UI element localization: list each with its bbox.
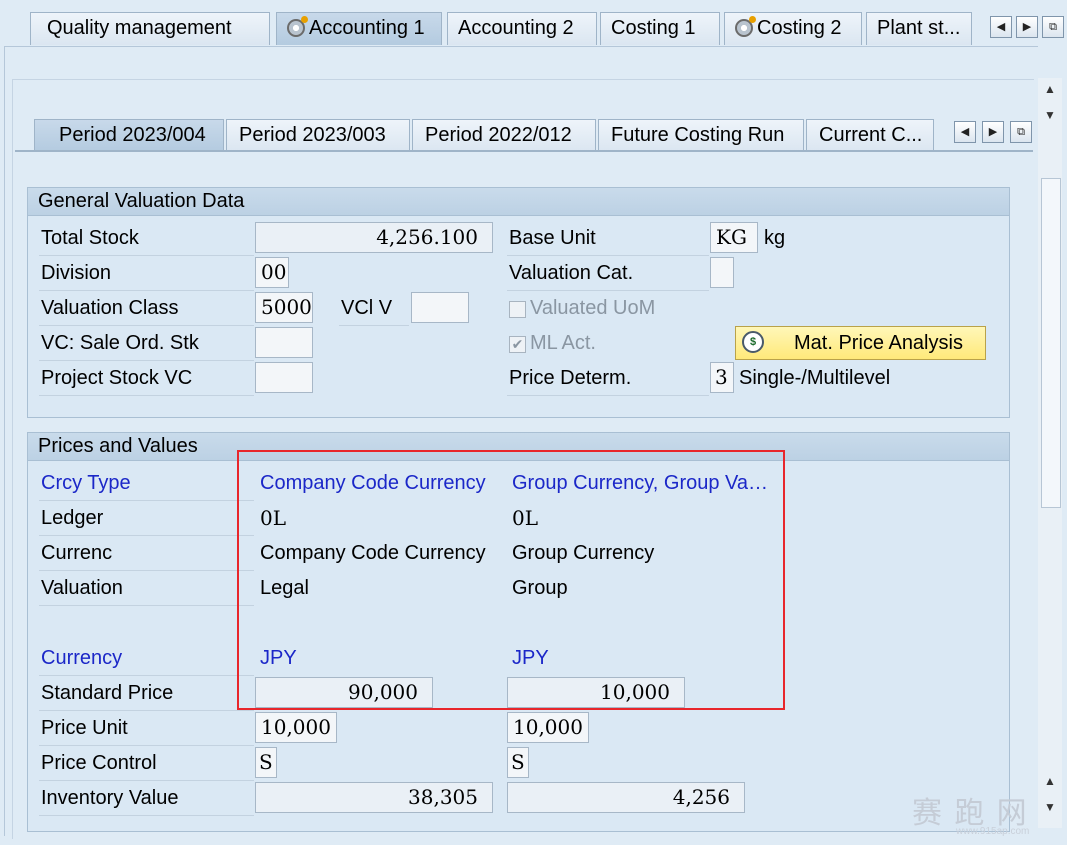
valuated-uom-label: Valuated UoM xyxy=(530,297,656,319)
tab-label: Plant st... xyxy=(877,17,961,39)
price-determination-text: Single-/Multilevel xyxy=(739,367,891,389)
price-determination-field[interactable]: 3 xyxy=(710,362,734,393)
col2-price-unit-field[interactable]: 10,000 xyxy=(507,712,589,743)
tab-period-2023-004[interactable]: Period 2023/004 xyxy=(34,119,224,151)
tab-label: Costing 1 xyxy=(611,17,696,39)
highlight-annotation-box xyxy=(237,450,785,710)
currenc-label: Currenc xyxy=(39,537,254,571)
base-unit-label: Base Unit xyxy=(507,222,709,256)
tab-costing-2[interactable]: Costing 2 xyxy=(724,12,862,45)
price-unit-label: Price Unit xyxy=(39,712,254,746)
col2-price-control-field[interactable]: S xyxy=(507,747,529,778)
tab-label: Period 2022/012 xyxy=(425,124,572,146)
price-determination-label: Price Determ. xyxy=(507,362,709,396)
valuation-class-label: Valuation Class xyxy=(39,292,254,326)
col1-price-unit-field[interactable]: 10,000 xyxy=(255,712,337,743)
ml-act-label: ML Act. xyxy=(530,332,596,354)
division-field[interactable]: 00 xyxy=(255,257,289,288)
tab-accounting-1[interactable]: Accounting 1 xyxy=(276,12,442,45)
tab-current-costing[interactable]: Current C... xyxy=(806,119,934,151)
tab-accounting-2[interactable]: Accounting 2 xyxy=(447,12,597,45)
tab-label: Period 2023/003 xyxy=(239,124,386,146)
tab-costing-1[interactable]: Costing 1 xyxy=(600,12,720,45)
scroll-subtabs-left-icon[interactable]: ◀ xyxy=(954,121,976,143)
watermark-logo: 赛 跑 网 www.915ap.com xyxy=(912,788,1062,838)
top-tab-strip: Quality management Accounting 1 Accounti… xyxy=(0,0,1067,46)
scroll-up-page-icon[interactable]: ▼ xyxy=(1041,106,1059,124)
valuation-category-label: Valuation Cat. xyxy=(507,257,709,291)
division-label: Division xyxy=(39,257,254,291)
tab-label: Accounting 1 xyxy=(309,17,425,39)
gear-status-icon xyxy=(287,16,308,37)
standard-price-label: Standard Price xyxy=(39,677,254,711)
base-unit-field[interactable]: KG xyxy=(710,222,758,253)
subtab-list-icon[interactable]: ⧉ xyxy=(1010,121,1032,143)
scroll-thumb[interactable] xyxy=(1041,178,1061,508)
project-stock-vc-label: Project Stock VC xyxy=(39,362,254,396)
tab-label: Future Costing Run xyxy=(611,124,785,146)
col1-price-control-field[interactable]: S xyxy=(255,747,277,778)
total-stock-field[interactable]: 4,256.100 xyxy=(255,222,493,253)
price-control-label: Price Control xyxy=(39,747,254,781)
base-unit-text: kg xyxy=(764,227,786,249)
tab-label: Quality management xyxy=(47,17,232,39)
tab-future-costing-run[interactable]: Future Costing Run xyxy=(598,119,804,151)
vcl-v-label: VCl V xyxy=(339,292,409,326)
valuated-uom-checkbox[interactable] xyxy=(509,301,526,318)
scroll-up-icon[interactable]: ▲ xyxy=(1041,80,1059,98)
total-stock-label: Total Stock xyxy=(39,222,254,256)
price-analysis-icon: $ xyxy=(742,331,764,353)
tab-plant-stock[interactable]: Plant st... xyxy=(866,12,972,45)
col1-inventory-value-field[interactable]: 38,305 xyxy=(255,782,493,813)
valuation-class-field[interactable]: 5000 xyxy=(255,292,313,323)
scroll-subtabs-right-icon[interactable]: ▶ xyxy=(982,121,1004,143)
scroll-tabs-left-icon[interactable]: ◀ xyxy=(990,16,1012,38)
subtab-underline xyxy=(15,150,1033,152)
valuation-category-field[interactable] xyxy=(710,257,734,288)
mat-price-analysis-button[interactable]: $ Mat. Price Analysis xyxy=(735,326,986,360)
vertical-scrollbar[interactable]: ▲ ▼ ▲ ▼ xyxy=(1038,78,1062,828)
tab-list-icon[interactable]: ⧉ xyxy=(1042,16,1064,38)
project-stock-vc-field[interactable] xyxy=(255,362,313,393)
vcl-v-field[interactable] xyxy=(411,292,469,323)
vc-sale-order-stock-field[interactable] xyxy=(255,327,313,358)
currency-label: Currency xyxy=(39,642,254,676)
tab-label: Period 2023/004 xyxy=(59,124,206,146)
tab-label: Current C... xyxy=(819,124,923,146)
ledger-label: Ledger xyxy=(39,502,254,536)
valuation-label: Valuation xyxy=(39,572,254,606)
group-title: General Valuation Data xyxy=(28,188,1009,216)
tab-label: Costing 2 xyxy=(757,17,842,39)
inventory-value-label: Inventory Value xyxy=(39,782,254,816)
currency-type-label: Crcy Type xyxy=(39,467,254,501)
col2-inventory-value-field[interactable]: 4,256 xyxy=(507,782,745,813)
ml-act-checkbox[interactable]: ✔ xyxy=(509,336,526,353)
scroll-tabs-right-icon[interactable]: ▶ xyxy=(1016,16,1038,38)
tab-period-2022-012[interactable]: Period 2022/012 xyxy=(412,119,596,151)
vc-sale-order-stock-label: VC: Sale Ord. Stk xyxy=(39,327,254,361)
button-label: Mat. Price Analysis xyxy=(794,332,963,354)
tab-label: Accounting 2 xyxy=(458,17,574,39)
gear-status-icon xyxy=(735,16,756,37)
tab-quality-management[interactable]: Quality management xyxy=(30,12,270,45)
tab-period-2023-003[interactable]: Period 2023/003 xyxy=(226,119,410,151)
